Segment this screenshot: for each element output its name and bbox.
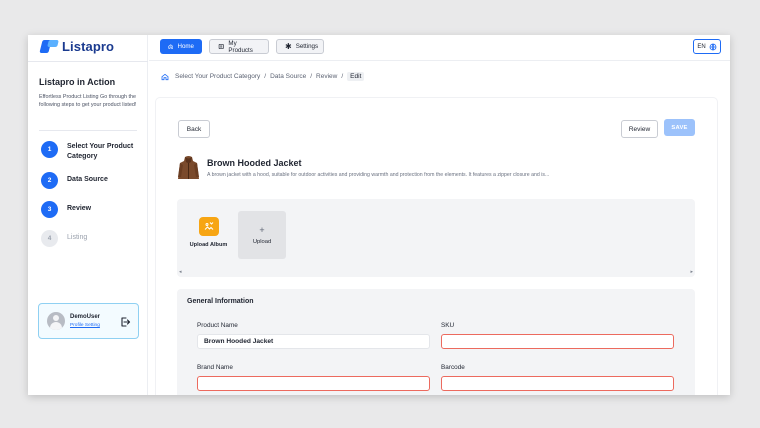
user-card: DemoUser Profile Setting	[38, 303, 139, 339]
edit-panel: Back Review SAVE Brown Hooded Jacket A b…	[156, 98, 717, 395]
barcode-label: Barcode	[441, 364, 465, 371]
logo-icon	[39, 39, 59, 54]
sku-field[interactable]	[441, 334, 674, 349]
scroll-right-arrow[interactable]: ▸	[690, 269, 693, 275]
step-select-category[interactable]: 1 Select Your Product Category	[41, 141, 137, 162]
barcode-field[interactable]	[441, 376, 674, 391]
step-label: Listing	[67, 234, 88, 241]
logout-icon[interactable]	[119, 316, 131, 328]
breadcrumb-item[interactable]: Review	[316, 73, 337, 80]
breadcrumb-separator: /	[341, 73, 344, 80]
step-number: 3	[41, 201, 58, 218]
sidebar-description: Effortless Product Listing Go through th…	[39, 94, 137, 109]
profile-setting-link[interactable]: Profile Setting	[70, 323, 100, 328]
product-name-label: Product Name	[197, 322, 238, 329]
plus-icon: +	[259, 224, 265, 235]
product-name-field[interactable]: Brown Hooded Jacket	[197, 334, 430, 349]
top-nav: Home My Products ✱ Settings EN	[149, 35, 730, 61]
step-data-source[interactable]: 2 Data Source	[41, 172, 137, 189]
breadcrumb-item[interactable]: Data Source	[270, 73, 306, 80]
step-listing[interactable]: 4 Listing	[41, 230, 137, 247]
language-selector[interactable]: EN	[693, 39, 721, 54]
globe-icon	[709, 43, 717, 50]
upload-album-button[interactable]: Upload Album	[186, 217, 231, 248]
step-number: 1	[41, 141, 58, 158]
breadcrumb-current: Edit	[347, 72, 365, 81]
upload-album-label: Upload Album	[189, 242, 228, 248]
sidebar-divider	[39, 130, 137, 131]
app-window: Listapro Listapro in Action Effortless P…	[28, 35, 730, 395]
product-thumbnail	[178, 156, 199, 179]
product-title: Brown Hooded Jacket	[207, 158, 302, 168]
save-button[interactable]: SAVE	[664, 119, 695, 136]
nav-settings-label: Settings	[295, 43, 319, 50]
breadcrumb: Select Your Product Category / Data Sour…	[161, 72, 365, 81]
breadcrumb-separator: /	[310, 73, 313, 80]
step-number: 2	[41, 172, 58, 189]
brand-name-label: Brand Name	[197, 364, 233, 371]
app-logo[interactable]: Listapro	[39, 39, 114, 54]
step-label: Data Source	[67, 176, 108, 183]
language-label: EN	[697, 43, 706, 50]
step-number: 4	[41, 230, 58, 247]
album-icon	[198, 217, 219, 236]
step-label: Review	[67, 205, 92, 212]
gear-icon: ✱	[285, 41, 292, 51]
image-album: Upload Album + Upload ◂ ▸	[177, 199, 695, 277]
brand-name-field[interactable]	[197, 376, 430, 391]
breadcrumb-separator: /	[264, 73, 267, 80]
home-icon[interactable]	[161, 73, 169, 81]
step-review[interactable]: 3 Review	[41, 201, 137, 218]
breadcrumb-item[interactable]: Select Your Product Category	[175, 73, 260, 80]
section-title: General Information	[187, 298, 254, 305]
general-information-section: General Information Product Name Brown H…	[177, 289, 695, 395]
avatar	[47, 312, 65, 330]
sidebar-divider	[28, 61, 148, 62]
nav-my-products-label: My Products	[228, 39, 253, 54]
sidebar-title: Listapro in Action	[39, 77, 116, 87]
nav-home-button[interactable]: Home	[160, 39, 202, 54]
back-button[interactable]: Back	[178, 120, 210, 138]
box-icon	[218, 44, 224, 49]
upload-label: Upload	[252, 238, 272, 245]
product-description: A brown jacket with a hood, suitable for…	[207, 172, 550, 178]
review-button[interactable]: Review	[621, 120, 658, 138]
app-name: Listapro	[62, 39, 115, 54]
nav-my-products-button[interactable]: My Products	[209, 39, 269, 54]
sku-label: SKU	[441, 322, 455, 329]
upload-button[interactable]: + Upload	[238, 211, 286, 259]
user-name: DemoUser	[70, 314, 101, 320]
nav-settings-button[interactable]: ✱ Settings	[276, 39, 324, 54]
nav-home-label: Home	[177, 43, 194, 50]
home-icon	[168, 44, 174, 49]
scroll-left-arrow[interactable]: ◂	[179, 269, 182, 275]
sidebar: Listapro Listapro in Action Effortless P…	[28, 35, 148, 395]
step-label: Select Your Product Category	[67, 143, 134, 160]
